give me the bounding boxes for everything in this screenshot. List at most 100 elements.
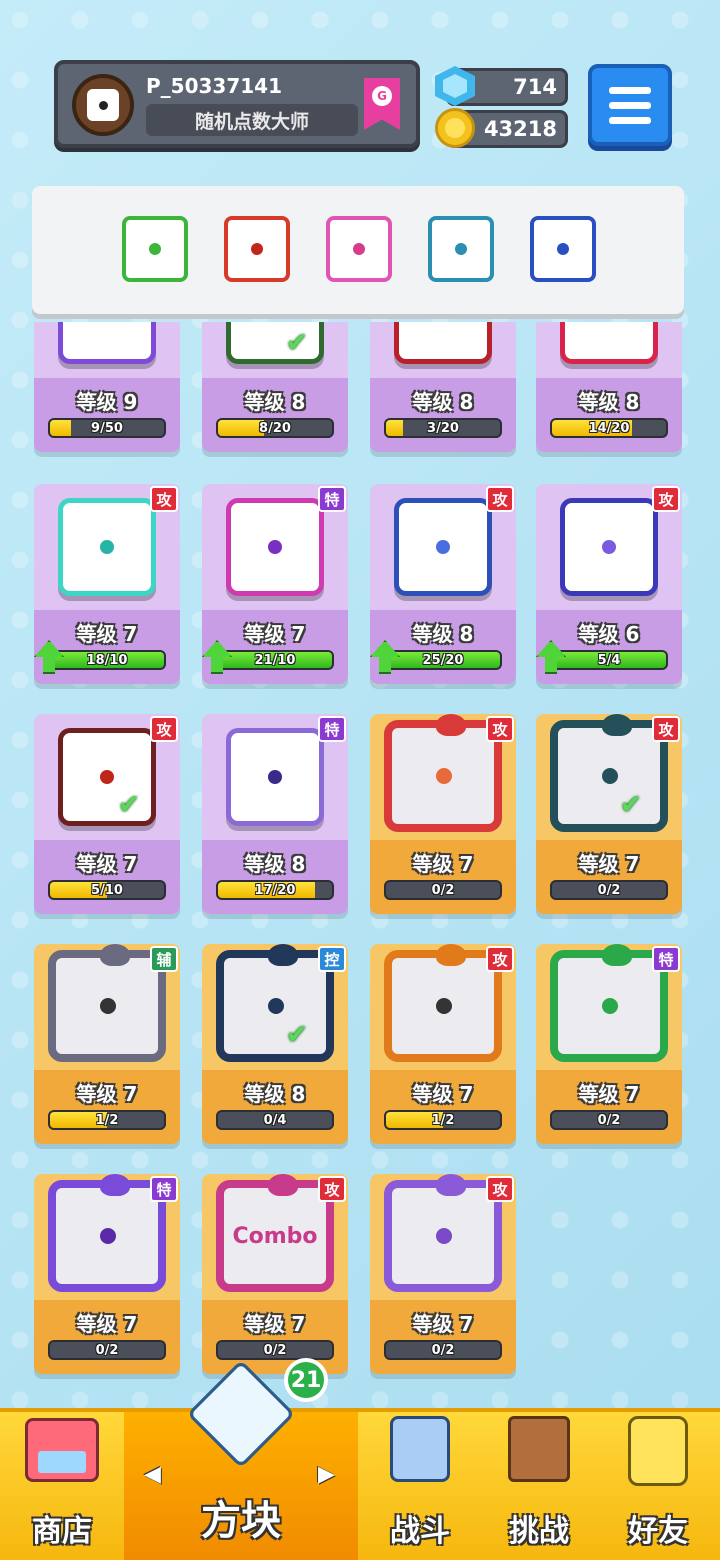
dice-card[interactable]: 等级 8 14/20 (536, 322, 682, 452)
dice-icon (87, 89, 119, 121)
dragon-frame-icon (48, 944, 166, 1062)
progress-bar: 0/2 (550, 880, 668, 900)
dice-pip-icon (268, 770, 282, 784)
dragon-frame-icon (384, 714, 502, 832)
coin-counter[interactable]: 43218 (435, 108, 568, 148)
dice-card[interactable]: 攻等级 6 5/4 (536, 484, 682, 684)
progress-bar: 18/10 (48, 650, 166, 670)
dice-card[interactable]: ✔ 控等级 8 0/4 (202, 944, 348, 1144)
dice-card[interactable]: ✔ 攻等级 7 5/10 (34, 714, 180, 914)
profile-panel[interactable]: P_50337141 随机点数大师 G (54, 60, 420, 148)
dice-pip-icon (557, 243, 569, 255)
nav-challenge[interactable]: 挑战 (482, 1412, 596, 1560)
deck-slot-shield-dice[interactable] (326, 216, 392, 282)
deck-slot-fire-dice[interactable] (224, 216, 290, 282)
equipped-check-icon: ✔ (118, 790, 140, 820)
dragon-frame-icon (550, 944, 668, 1062)
dice-face-icon (394, 498, 492, 596)
dice-pip-icon (268, 540, 282, 554)
deck-slot-dragon-blue-dice[interactable] (530, 216, 596, 282)
dragon-frame-icon (48, 1174, 166, 1292)
dice-card[interactable]: 攻等级 7 1/2 (370, 944, 516, 1144)
dragon-frame-icon (384, 1174, 502, 1292)
dice-card[interactable]: 攻等级 7 0/2 (370, 1174, 516, 1374)
dice-type-tag: 控 (318, 946, 346, 972)
rank-ribbon-icon: G (364, 78, 400, 130)
dice-type-tag: 攻 (486, 1176, 514, 1202)
dice-level: 等级 7 (412, 852, 474, 876)
progress-text: 0/2 (431, 882, 455, 898)
dice-card[interactable]: 特等级 7 0/2 (536, 944, 682, 1144)
gem-amount: 714 (513, 75, 557, 99)
deck-slot-poison-dice[interactable] (122, 216, 188, 282)
dice-card[interactable]: ✔ 等级 8 8/20 (202, 322, 348, 452)
progress-bar: 5/10 (48, 880, 166, 900)
nav-prev-arrow-icon[interactable]: ◀ (144, 1462, 161, 1487)
dice-level: 等级 7 (412, 1312, 474, 1336)
dice-face-icon (58, 498, 156, 596)
dice-level: 等级 8 (244, 852, 306, 876)
dice-card[interactable]: 攻等级 7 18/10 (34, 484, 180, 684)
progress-bar: 0/2 (48, 1340, 166, 1360)
deck-slot-dragon-teal-dice[interactable] (428, 216, 494, 282)
combo-text: Combo (232, 1224, 318, 1249)
nav-battle[interactable]: 战斗 (358, 1412, 482, 1560)
menu-button[interactable] (588, 64, 672, 146)
dice-level: 等级 7 (412, 1082, 474, 1106)
progress-bar: 1/2 (384, 1110, 502, 1130)
progress-text: 8/20 (259, 420, 291, 436)
progress-text: 1/2 (95, 1112, 119, 1128)
dice-card[interactable]: ✔ 攻等级 7 0/2 (536, 714, 682, 914)
dice-type-tag: 攻 (652, 716, 680, 742)
progress-bar: 0/2 (384, 1340, 502, 1360)
dice-type-tag: 攻 (652, 486, 680, 512)
player-name: P_50337141 (146, 74, 282, 98)
dice-card[interactable]: 特等级 7 21/10 (202, 484, 348, 684)
dice-type-tag: 攻 (486, 486, 514, 512)
dice-level: 等级 7 (578, 1082, 640, 1106)
dice-level: 等级 8 (244, 390, 306, 414)
progress-bar: 0/4 (216, 1110, 334, 1130)
dice-face-icon (226, 728, 324, 826)
progress-text: 0/2 (431, 1342, 455, 1358)
dice-face-icon (560, 322, 658, 364)
progress-bar: 1/2 (48, 1110, 166, 1130)
dice-card[interactable]: Combo 攻等级 7 0/2 (202, 1174, 348, 1374)
dice-card[interactable]: 特等级 7 0/2 (34, 1174, 180, 1374)
equipped-check-icon: ✔ (286, 1020, 308, 1050)
dice-face-icon (560, 498, 658, 596)
player-title: 随机点数大师 (146, 104, 358, 136)
dice-pip-icon (602, 998, 618, 1014)
nav-dice-label: 方块 (201, 1498, 281, 1544)
dice-card[interactable]: 等级 9 9/50 (34, 322, 180, 452)
dice-pip-icon (100, 540, 114, 554)
dice-type-tag: 攻 (150, 486, 178, 512)
dragon-frame-icon (550, 714, 668, 832)
dice-pip-icon (436, 1228, 452, 1244)
dragon-frame-icon: Combo (216, 1174, 334, 1292)
dice-card[interactable]: 等级 8 3/20 (370, 322, 516, 452)
dice-card[interactable]: 特等级 8 17/20 (202, 714, 348, 914)
nav-next-arrow-icon[interactable]: ▶ (318, 1462, 335, 1487)
progress-bar: 3/20 (384, 418, 502, 438)
nav-friends[interactable]: 好友 (596, 1412, 720, 1560)
dragon-frame-icon (384, 944, 502, 1062)
nav-shop[interactable]: 商店 (0, 1412, 124, 1560)
dice-card[interactable]: 辅等级 7 1/2 (34, 944, 180, 1144)
nav-friends-label: 好友 (628, 1514, 688, 1549)
dragon-frame-icon (216, 944, 334, 1062)
progress-bar: 0/2 (550, 1110, 668, 1130)
dice-type-tag: 特 (150, 1176, 178, 1202)
dice-card[interactable]: 攻等级 7 0/2 (370, 714, 516, 914)
dice-face-icon (226, 498, 324, 596)
dice-pip-icon (602, 768, 618, 784)
progress-text: 3/20 (427, 420, 459, 436)
avatar[interactable] (72, 74, 134, 136)
dice-card[interactable]: 攻等级 8 25/20 (370, 484, 516, 684)
dice-level: 等级 8 (578, 390, 640, 414)
dice-pip-icon (602, 540, 616, 554)
progress-text: 0/2 (597, 1112, 621, 1128)
gem-counter[interactable]: 714 (435, 66, 568, 106)
dice-face-icon (394, 322, 492, 364)
bottom-nav: 商店 方块 战斗 挑战 好友 (0, 1359, 720, 1560)
